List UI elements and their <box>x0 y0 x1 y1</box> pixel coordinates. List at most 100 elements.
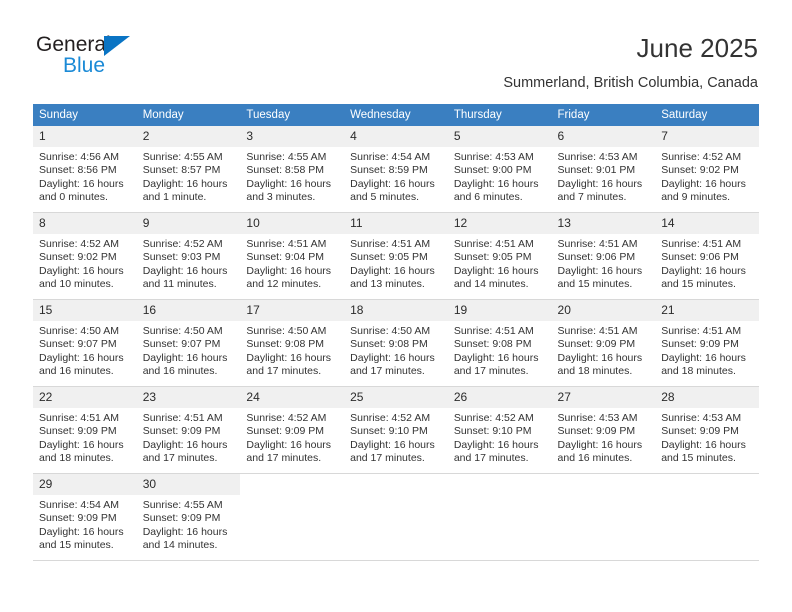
day-cell-empty <box>344 474 448 560</box>
calendar-cell: 4 Sunrise: 4:54 AM Sunset: 8:59 PM Daylight… <box>344 126 448 213</box>
calendar-cell: 5 Sunrise: 4:53 AM Sunset: 9:00 PM Daylight… <box>447 126 552 213</box>
calendar-cell <box>240 473 345 561</box>
daylight-text-line2: and 1 minute. <box>142 191 207 204</box>
calendar-grid: Sunday Monday Tuesday Wednesday Thursday… <box>33 104 759 561</box>
day-sun-info: Sunrise: 4:53 AM Sunset: 9:09 PM Daylight:… <box>655 408 759 466</box>
day-number: 7 <box>655 126 759 147</box>
weekday-header-wednesday: Wednesday <box>344 104 448 126</box>
day-number: 4 <box>344 126 448 147</box>
daylight-text-line2: and 15 minutes. <box>661 452 736 465</box>
day-cell[interactable]: 7 Sunrise: 4:52 AM Sunset: 9:02 PM Daylight… <box>655 126 759 212</box>
day-cell[interactable]: 29 Sunrise: 4:54 AM Sunset: 9:09 PM Dayligh… <box>33 474 137 560</box>
triangle-icon <box>104 36 130 56</box>
day-number <box>655 474 759 495</box>
day-cell[interactable]: 17 Sunrise: 4:50 AM Sunset: 9:08 PM Dayligh… <box>240 300 345 386</box>
calendar-cell: 18 Sunrise: 4:50 AM Sunset: 9:08 PM Dayligh… <box>344 299 448 387</box>
day-sun-info: Sunrise: 4:52 AM Sunset: 9:10 PM Daylight:… <box>344 408 448 466</box>
day-cell[interactable]: 13 Sunrise: 4:51 AM Sunset: 9:06 PM Dayligh… <box>551 213 656 299</box>
sunset-text: Sunset: 9:09 PM <box>39 425 117 438</box>
day-number: 11 <box>344 213 448 234</box>
day-cell[interactable]: 5 Sunrise: 4:53 AM Sunset: 9:00 PM Daylight… <box>447 126 552 212</box>
daylight-text-line1: Daylight: 16 hours <box>142 351 228 364</box>
sunset-text: Sunset: 9:09 PM <box>661 425 739 438</box>
logo-text-blue: Blue <box>63 54 106 77</box>
day-sun-info: Sunrise: 4:54 AM Sunset: 8:59 PM Daylight:… <box>344 147 448 205</box>
calendar-cell: 20 Sunrise: 4:51 AM Sunset: 9:09 PM Dayligh… <box>551 299 656 387</box>
day-sun-info: Sunrise: 4:51 AM Sunset: 9:09 PM Daylight:… <box>137 408 241 466</box>
sunset-text: Sunset: 8:58 PM <box>246 164 325 177</box>
day-cell[interactable]: 30 Sunrise: 4:55 AM Sunset: 9:09 PM Dayligh… <box>136 474 241 560</box>
sunrise-text: Sunrise: 4:53 AM <box>661 412 742 424</box>
calendar-cell: 3 Sunrise: 4:55 AM Sunset: 8:58 PM Daylight… <box>240 126 345 213</box>
day-sun-info: Sunrise: 4:52 AM Sunset: 9:02 PM Daylight:… <box>33 234 137 292</box>
daylight-text-line2: and 12 minutes. <box>246 278 322 291</box>
day-cell[interactable]: 16 Sunrise: 4:50 AM Sunset: 9:07 PM Dayligh… <box>136 300 241 386</box>
sunrise-text: Sunrise: 4:51 AM <box>39 412 119 424</box>
day-cell[interactable]: 12 Sunrise: 4:51 AM Sunset: 9:05 PM Dayligh… <box>447 213 552 299</box>
calendar-cell <box>551 473 656 561</box>
day-cell[interactable]: 11 Sunrise: 4:51 AM Sunset: 9:05 PM Dayligh… <box>344 213 448 299</box>
daylight-text-line1: Daylight: 16 hours <box>246 438 332 451</box>
day-cell[interactable]: 19 Sunrise: 4:51 AM Sunset: 9:08 PM Dayligh… <box>447 300 552 386</box>
day-cell[interactable]: 20 Sunrise: 4:51 AM Sunset: 9:09 PM Dayligh… <box>551 300 656 386</box>
day-cell[interactable]: 4 Sunrise: 4:54 AM Sunset: 8:59 PM Daylight… <box>344 126 448 212</box>
day-sun-info: Sunrise: 4:51 AM Sunset: 9:09 PM Daylight:… <box>552 321 656 379</box>
day-cell[interactable]: 8 Sunrise: 4:52 AM Sunset: 9:02 PM Daylight… <box>33 213 137 299</box>
sunset-text: Sunset: 9:06 PM <box>557 251 636 264</box>
day-cell[interactable]: 10 Sunrise: 4:51 AM Sunset: 9:04 PM Dayligh… <box>240 213 345 299</box>
daylight-text-line1: Daylight: 16 hours <box>557 438 643 451</box>
daylight-text-line1: Daylight: 16 hours <box>661 264 746 277</box>
daylight-text-line2: and 15 minutes. <box>39 539 114 552</box>
sunset-text: Sunset: 9:10 PM <box>453 425 532 438</box>
day-number: 13 <box>551 213 656 234</box>
day-number: 5 <box>447 126 552 147</box>
day-cell[interactable]: 9 Sunrise: 4:52 AM Sunset: 9:03 PM Daylight… <box>136 213 241 299</box>
day-number: 27 <box>551 387 656 408</box>
daylight-text-line2: and 17 minutes. <box>350 365 425 378</box>
day-cell[interactable]: 3 Sunrise: 4:55 AM Sunset: 8:58 PM Daylight… <box>240 126 345 212</box>
calendar-header-row: Sunday Monday Tuesday Wednesday Thursday… <box>33 104 759 126</box>
day-cell-empty <box>551 474 656 560</box>
day-cell[interactable]: 2 Sunrise: 4:55 AM Sunset: 8:57 PM Daylight… <box>136 126 241 212</box>
day-number: 9 <box>136 213 241 234</box>
day-cell[interactable]: 22 Sunrise: 4:51 AM Sunset: 9:09 PM Dayligh… <box>33 387 137 473</box>
day-number <box>344 474 448 495</box>
daylight-text-line1: Daylight: 16 hours <box>39 177 124 190</box>
day-cell[interactable]: 18 Sunrise: 4:50 AM Sunset: 9:08 PM Dayligh… <box>344 300 448 386</box>
calendar-cell: 17 Sunrise: 4:50 AM Sunset: 9:08 PM Dayligh… <box>240 299 345 387</box>
day-sun-info: Sunrise: 4:50 AM Sunset: 9:08 PM Daylight:… <box>344 321 448 379</box>
day-cell[interactable]: 15 Sunrise: 4:50 AM Sunset: 9:07 PM Dayligh… <box>33 300 137 386</box>
day-number: 26 <box>447 387 552 408</box>
day-cell[interactable]: 26 Sunrise: 4:52 AM Sunset: 9:10 PM Dayligh… <box>447 387 552 473</box>
sunrise-text: Sunrise: 4:52 AM <box>661 151 742 163</box>
day-sun-info: Sunrise: 4:51 AM Sunset: 9:09 PM Daylight:… <box>33 408 137 466</box>
day-cell[interactable]: 27 Sunrise: 4:53 AM Sunset: 9:09 PM Dayligh… <box>551 387 656 473</box>
sunrise-text: Sunrise: 4:52 AM <box>142 238 223 250</box>
day-cell[interactable]: 21 Sunrise: 4:51 AM Sunset: 9:09 PM Dayligh… <box>655 300 759 386</box>
day-sun-info: Sunrise: 4:52 AM Sunset: 9:09 PM Daylight:… <box>240 408 344 466</box>
daylight-text-line2: and 9 minutes. <box>661 191 731 204</box>
general-blue-logo[interactable]: General Blue <box>36 33 236 83</box>
day-cell-empty <box>240 474 345 560</box>
calendar-cell: 22 Sunrise: 4:51 AM Sunset: 9:09 PM Dayligh… <box>33 386 137 474</box>
day-cell[interactable]: 24 Sunrise: 4:52 AM Sunset: 9:09 PM Dayligh… <box>240 387 345 473</box>
day-cell[interactable]: 1 Sunrise: 4:56 AM Sunset: 8:56 PM Daylight… <box>33 126 137 212</box>
day-number: 16 <box>136 300 241 321</box>
calendar-cell: 27 Sunrise: 4:53 AM Sunset: 9:09 PM Dayligh… <box>551 386 656 474</box>
calendar-body: 1 Sunrise: 4:56 AM Sunset: 8:56 PM Daylight… <box>33 126 759 561</box>
daylight-text-line2: and 16 minutes. <box>39 365 114 378</box>
day-cell[interactable]: 25 Sunrise: 4:52 AM Sunset: 9:10 PM Dayligh… <box>344 387 448 473</box>
daylight-text-line1: Daylight: 16 hours <box>39 264 124 277</box>
day-cell[interactable]: 14 Sunrise: 4:51 AM Sunset: 9:06 PM Dayligh… <box>655 213 759 299</box>
daylight-text-line1: Daylight: 16 hours <box>39 525 124 538</box>
sunset-text: Sunset: 9:09 PM <box>142 425 221 438</box>
daylight-text-line2: and 6 minutes. <box>453 191 523 204</box>
day-cell[interactable]: 6 Sunrise: 4:53 AM Sunset: 9:01 PM Daylight… <box>551 126 656 212</box>
daylight-text-line2: and 17 minutes. <box>350 452 425 465</box>
day-cell[interactable]: 28 Sunrise: 4:53 AM Sunset: 9:09 PM Dayligh… <box>655 387 759 473</box>
day-cell[interactable]: 23 Sunrise: 4:51 AM Sunset: 9:09 PM Dayligh… <box>136 387 241 473</box>
day-sun-info: Sunrise: 4:51 AM Sunset: 9:06 PM Daylight:… <box>552 234 656 292</box>
sunrise-text: Sunrise: 4:51 AM <box>557 325 638 337</box>
sunrise-text: Sunrise: 4:51 AM <box>246 238 327 250</box>
calendar-week-row: 15 Sunrise: 4:50 AM Sunset: 9:07 PM Dayligh… <box>33 299 759 387</box>
